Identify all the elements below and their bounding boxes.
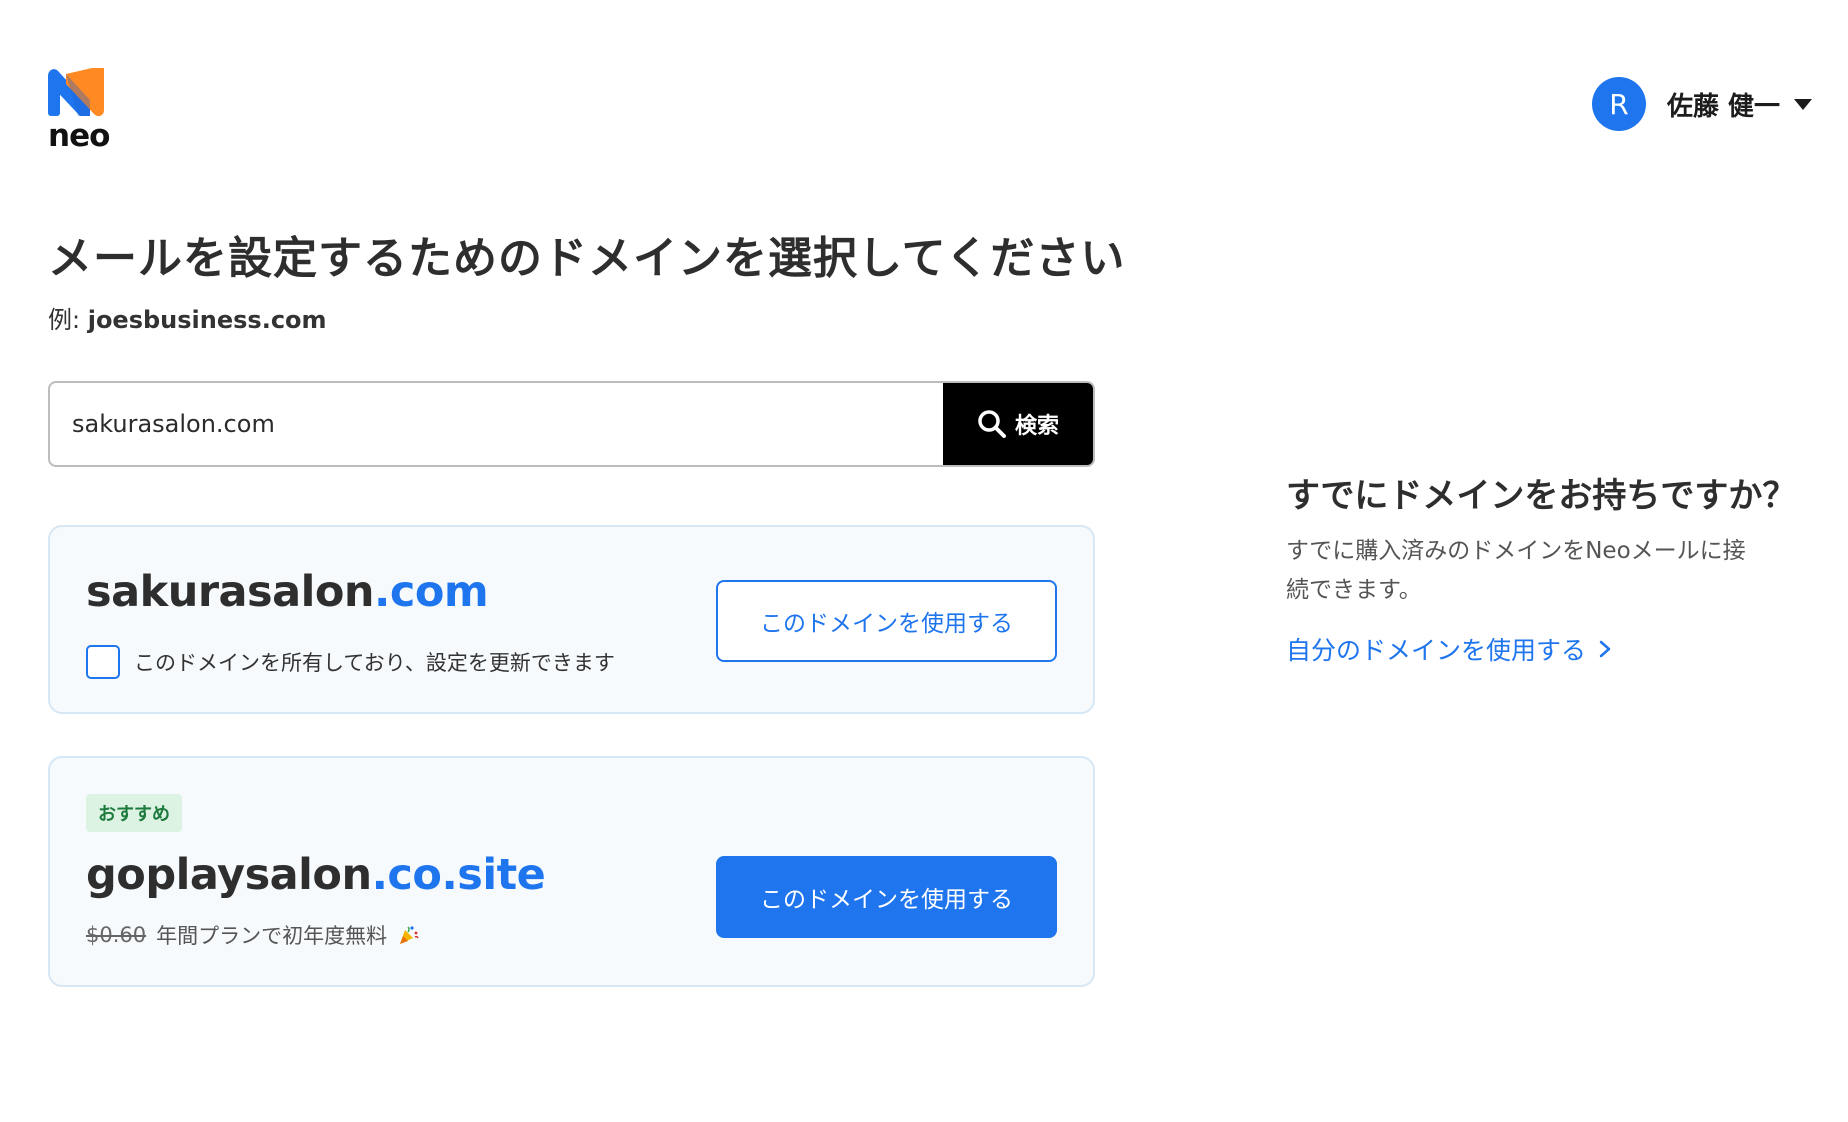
- neo-logo-mark-icon: [48, 68, 104, 117]
- use-domain-button[interactable]: このドメインを使用する: [716, 856, 1057, 938]
- search-button-label: 検索: [1014, 414, 1059, 439]
- domain-tld: .com: [374, 567, 489, 617]
- domain-search-input[interactable]: [50, 383, 943, 465]
- domain-tld: .co.site: [371, 850, 546, 900]
- use-own-domain-link-label: 自分のドメインを使用する: [1286, 636, 1587, 665]
- use-own-domain-link[interactable]: 自分のドメインを使用する: [1286, 631, 1612, 667]
- domain-name: goplaysalon.co.site: [86, 850, 546, 900]
- use-domain-button[interactable]: このドメインを使用する: [716, 580, 1057, 662]
- domain-name-base: goplaysalon: [86, 850, 372, 900]
- user-menu[interactable]: R 佐藤 健一: [1591, 77, 1812, 131]
- party-popper-icon: [400, 926, 419, 944]
- page-title: メールを設定するためのドメインを選択してください: [48, 233, 1126, 284]
- own-domain-checkbox-label[interactable]: このドメインを所有しており、設定を更新できます: [134, 647, 615, 677]
- domain-selection-page: neo R 佐藤 健一 メールを設定するためのドメインを選択してください 例: …: [0, 0, 1848, 1122]
- search-icon: [978, 410, 1006, 438]
- neo-logo-text: neo: [48, 118, 110, 154]
- domain-search-bar: 検索: [48, 381, 1095, 467]
- avatar: R: [1591, 77, 1646, 131]
- recommended-domain-card: おすすめ goplaysalon.co.site $0.60 年間プランで初年度…: [48, 756, 1095, 987]
- example-domain: joesbusiness.com: [87, 306, 327, 334]
- have-domain-description: すでに購入済みのドメインをNeoメールに接続できます。: [1286, 538, 1746, 603]
- search-button[interactable]: 検索: [943, 383, 1093, 465]
- example-prefix: 例:: [48, 306, 88, 334]
- domain-name-base: sakurasalon: [86, 567, 375, 617]
- domain-result-card: sakurasalon.com このドメインを所有しており、設定を更新できます …: [48, 525, 1095, 714]
- own-domain-checkbox[interactable]: [86, 645, 120, 679]
- domain-name: sakurasalon.com: [86, 567, 489, 617]
- user-name: 佐藤 健一: [1666, 91, 1780, 122]
- chevron-right-icon: [1599, 640, 1611, 658]
- price-row: $0.60 年間プランで初年度無料: [86, 920, 419, 950]
- own-domain-row: このドメインを所有しており、設定を更新できます: [86, 645, 615, 679]
- example-hint: 例: joesbusiness.com: [48, 300, 327, 335]
- caret-down-icon: [1794, 98, 1812, 110]
- price-note: 年間プランで初年度無料: [156, 924, 388, 948]
- recommended-badge: おすすめ: [86, 794, 182, 832]
- old-price: $0.60: [86, 923, 147, 947]
- have-domain-heading: すでにドメインをお持ちですか？: [1286, 476, 1797, 516]
